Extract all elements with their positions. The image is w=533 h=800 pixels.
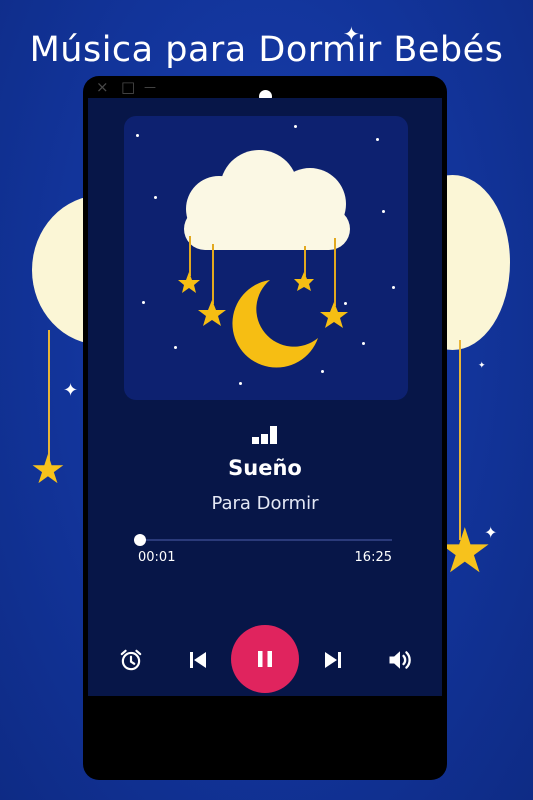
volume-button[interactable] [386, 646, 414, 674]
skip-next-icon [325, 652, 341, 668]
song-artist: Para Dormir [211, 493, 319, 514]
album-artwork [124, 116, 408, 400]
background-star-string [48, 330, 50, 460]
close-icon[interactable]: × [96, 78, 109, 96]
hanging-star-icon [178, 272, 200, 293]
phone-frame: × □ — Sueño Para Dormir 00:01 16:25 [83, 76, 447, 780]
total-time: 16:25 [354, 550, 392, 565]
page-headline: Música para Dormir Bebés [29, 30, 504, 70]
minimize-icon[interactable]: — [144, 78, 156, 96]
skip-previous-icon [190, 652, 206, 668]
restore-icon[interactable]: □ [121, 78, 135, 96]
sparkle-icon: ✦ [63, 380, 79, 401]
crescent-moon-icon [232, 280, 318, 368]
song-title: Sueño [228, 456, 302, 480]
background-star-icon: ★ [30, 447, 66, 493]
sparkle-icon: ✦ [478, 361, 486, 371]
progress-thumb[interactable] [134, 534, 147, 546]
volume-icon [389, 651, 411, 669]
moon-stars-illustration [178, 272, 348, 368]
equalizer-icon [252, 426, 277, 444]
current-time: 00:01 [138, 550, 176, 565]
alarm-clock-icon [120, 649, 142, 671]
sparkle-icon: ✦ [343, 22, 360, 46]
sparkle-icon: ✦ [484, 523, 498, 542]
previous-button[interactable] [185, 647, 211, 673]
play-pause-button[interactable] [231, 625, 299, 693]
player-screen: Sueño Para Dormir 00:01 16:25 [88, 98, 442, 696]
hanging-star-icon [294, 272, 314, 291]
hanging-star-icon [320, 302, 348, 328]
pause-icon [258, 651, 272, 667]
background-star-string [459, 340, 461, 540]
alarm-button[interactable] [118, 647, 144, 673]
hanging-star-icon [198, 300, 226, 326]
next-button[interactable] [320, 647, 346, 673]
progress-bar[interactable] [140, 539, 392, 541]
